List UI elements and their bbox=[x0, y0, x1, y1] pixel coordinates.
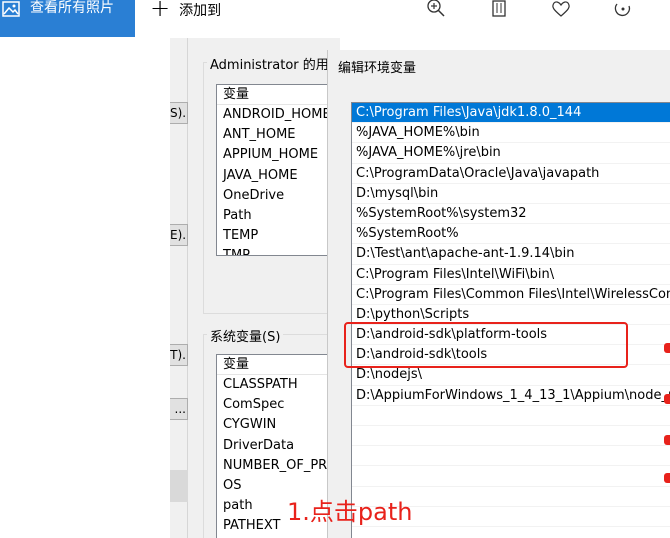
path-entry[interactable]: D:\AppiumForWindows_1_4_13_1\Appium\node… bbox=[352, 386, 670, 406]
red-marker bbox=[664, 473, 670, 483]
list-item[interactable]: APPIUM_HOME bbox=[217, 145, 345, 165]
empty-row[interactable] bbox=[352, 406, 670, 426]
view-all-photos-label: 查看所有照片 bbox=[30, 0, 114, 16]
list-item[interactable]: ANDROID_HOME bbox=[217, 105, 345, 125]
path-entry[interactable]: D:\Test\ant\apache-ant-1.9.14\bin bbox=[352, 244, 670, 265]
path-entry[interactable]: %JAVA_HOME%\jre\bin bbox=[352, 143, 670, 164]
list-item[interactable]: DriverData bbox=[217, 436, 345, 456]
path-entry[interactable]: C:\Program Files\Java\jdk1.8.0_144 bbox=[352, 103, 670, 124]
delete-icon[interactable] bbox=[488, 0, 510, 20]
highlight-box bbox=[344, 322, 628, 368]
path-entry[interactable]: C:\Program Files\Intel\WiFi\bin\ bbox=[352, 265, 670, 285]
list-item[interactable]: ComSpec bbox=[217, 395, 345, 415]
red-marker bbox=[664, 435, 670, 445]
rotate-icon[interactable] bbox=[612, 0, 634, 20]
list-item[interactable]: Path bbox=[217, 206, 345, 226]
list-item[interactable]: ANT_HOME bbox=[217, 125, 345, 145]
empty-row[interactable] bbox=[352, 446, 670, 467]
list-item[interactable]: TEMP bbox=[217, 226, 345, 246]
red-marker bbox=[664, 394, 670, 404]
list-item[interactable]: CLASSPATH bbox=[217, 375, 345, 395]
path-entry[interactable]: %SystemRoot% bbox=[352, 224, 670, 245]
zoom-in-icon[interactable] bbox=[425, 0, 447, 20]
path-entry[interactable]: C:\ProgramData\Oracle\Java\javapath bbox=[352, 164, 670, 184]
path-entry[interactable]: %SystemRoot%\system32 bbox=[352, 204, 670, 225]
list-item[interactable]: OneDrive bbox=[217, 186, 345, 206]
edge-button-4[interactable]: ... bbox=[170, 398, 188, 420]
list-item[interactable]: NUMBER_OF_PRO bbox=[217, 456, 345, 476]
list-header-variable[interactable]: 变量 bbox=[217, 355, 345, 375]
red-marker bbox=[664, 343, 670, 353]
empty-row[interactable] bbox=[352, 466, 670, 487]
edge-button-2[interactable]: E). bbox=[170, 224, 188, 246]
list-item[interactable]: CYGWIN bbox=[217, 415, 345, 435]
edit-environment-variable-dialog: 编辑环境变量 C:\Program Files\Java\jdk1.8.0_14… bbox=[327, 50, 670, 538]
picture-icon bbox=[2, 1, 20, 17]
dialog-title: 编辑环境变量 bbox=[338, 61, 417, 76]
photos-toolbar: 查看所有照片 + 添加到 bbox=[0, 0, 670, 38]
path-entry[interactable]: %JAVA_HOME%\bin bbox=[352, 123, 670, 144]
list-item[interactable]: JAVA_HOME bbox=[217, 166, 345, 186]
edge-button-1[interactable]: S). bbox=[170, 102, 188, 124]
system-variables-title: 系统变量(S) bbox=[207, 326, 284, 345]
add-to-button[interactable]: + 添加到 bbox=[150, 0, 222, 22]
edge-button-5[interactable] bbox=[170, 470, 188, 502]
list-item[interactable]: TMP bbox=[217, 246, 345, 255]
edge-button-3[interactable]: T). bbox=[170, 344, 188, 366]
path-entry[interactable]: C:\Program Files\Common Files\Intel\Wire… bbox=[352, 285, 670, 305]
path-entry[interactable]: D:\mysql\bin bbox=[352, 184, 670, 204]
empty-row[interactable] bbox=[352, 426, 670, 447]
user-variables-title: Administrator 的用户 bbox=[207, 54, 345, 73]
plus-icon: + bbox=[150, 0, 171, 22]
add-to-label: 添加到 bbox=[179, 3, 222, 19]
path-entry[interactable]: D:\nodejs\ bbox=[352, 365, 670, 386]
list-header-variable[interactable]: 变量 bbox=[217, 85, 345, 105]
view-all-photos-button[interactable]: 查看所有照片 bbox=[0, 0, 135, 37]
path-entries-list[interactable]: C:\Program Files\Java\jdk1.8.0_144 %JAVA… bbox=[351, 102, 670, 538]
annotation-click-path: 1.点击path bbox=[287, 498, 413, 526]
heart-icon[interactable] bbox=[550, 0, 572, 20]
